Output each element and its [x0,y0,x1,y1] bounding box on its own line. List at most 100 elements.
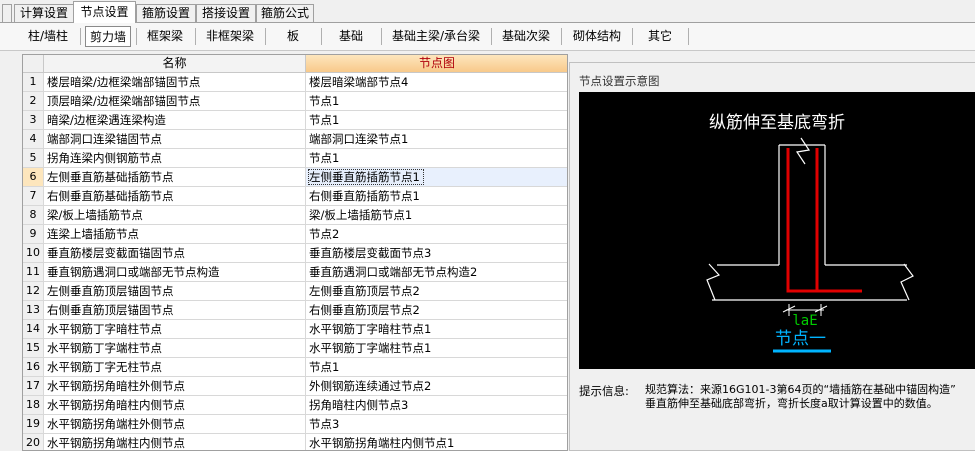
row-name-cell[interactable]: 梁/板上墙插筋节点 [44,206,306,225]
row-number: 10 [23,244,44,263]
toolbar-shear-wall[interactable]: 剪力墙 [85,26,131,47]
table-row[interactable]: 12 左侧垂直筋顶层锚固节点 左侧垂直筋顶层节点2 [23,282,567,301]
tab-calc-settings[interactable]: 计算设置 [14,4,74,22]
row-node-value: 节点1 [309,113,340,127]
row-node-value: 节点1 [309,151,340,165]
table-row[interactable]: 19 水平钢筋拐角端柱外侧节点 节点3 [23,415,567,434]
row-node-cell[interactable]: 节点2 [306,225,567,244]
row-name-cell[interactable]: 暗梁/边框梁遇连梁构造 [44,111,306,130]
row-node-value: 水平钢筋丁字端柱节点1 [309,341,432,355]
row-node-cell[interactable]: 节点1 [306,111,567,130]
row-node-value: 节点3 [309,417,340,431]
row-node-cell[interactable]: 节点1 [306,149,567,168]
row-node-cell[interactable]: 节点1 [306,92,567,111]
row-node-cell[interactable]: 楼层暗梁端部节点4 [306,73,567,92]
toolbar-other[interactable]: 其它 [637,26,683,47]
row-node-cell[interactable]: 左侧垂直筋插筋节点1 [306,168,567,187]
row-number: 6 [23,168,44,187]
row-name-cell[interactable]: 连梁上墙插筋节点 [44,225,306,244]
table-row[interactable]: 20 水平钢筋拐角端柱内侧节点 水平钢筋拐角端柱内侧节点1 [23,434,567,450]
toolbar-foundation-main-beam[interactable]: 基础主梁/承台梁 [385,26,487,47]
row-name-cell[interactable]: 右侧垂直筋基础插筋节点 [44,187,306,206]
row-node-cell[interactable]: 拐角暗柱内侧节点3 [306,396,567,415]
row-node-cell[interactable]: 水平钢筋拐角端柱内侧节点1 [306,434,567,450]
tab-lap-settings[interactable]: 搭接设置 [196,4,256,22]
toolbar-separator [381,28,382,45]
row-node-value: 节点1 [309,360,340,374]
row-name-cell[interactable]: 左侧垂直筋顶层锚固节点 [44,282,306,301]
row-number: 14 [23,320,44,339]
table-row[interactable]: 13 右侧垂直筋顶层锚固节点 右侧垂直筋顶层节点2 [23,301,567,320]
row-name-cell[interactable]: 水平钢筋丁字端柱节点 [44,339,306,358]
row-number: 17 [23,377,44,396]
table-row[interactable]: 17 水平钢筋拐角暗柱外侧节点 外侧钢筋连续通过节点2 [23,377,567,396]
row-node-value: 节点2 [309,227,340,241]
toolbar-frame-beam[interactable]: 框架梁 [140,26,190,47]
row-number: 4 [23,130,44,149]
row-name-cell[interactable]: 左侧垂直筋基础插筋节点 [44,168,306,187]
table-row[interactable]: 18 水平钢筋拐角暗柱内侧节点 拐角暗柱内侧节点3 [23,396,567,415]
row-name-cell[interactable]: 水平钢筋拐角端柱外侧节点 [44,415,306,434]
row-node-cell[interactable]: 节点1 [306,358,567,377]
table-row[interactable]: 9 连梁上墙插筋节点 节点2 [23,225,567,244]
table-row[interactable]: 10 垂直筋楼层变截面锚固节点 垂直筋楼层变截面节点3 [23,244,567,263]
tab-stirrup-settings[interactable]: 箍筋设置 [136,4,196,22]
row-number: 12 [23,282,44,301]
row-node-value: 梁/板上墙插筋节点1 [309,208,413,222]
row-node-cell[interactable]: 水平钢筋丁字端柱节点1 [306,339,567,358]
table-row[interactable]: 15 水平钢筋丁字端柱节点 水平钢筋丁字端柱节点1 [23,339,567,358]
column-header-node-diagram[interactable]: 节点图 [306,55,567,73]
table-row[interactable]: 8 梁/板上墙插筋节点 梁/板上墙插筋节点1 [23,206,567,225]
row-node-value: 垂直筋楼层变截面节点3 [309,246,432,260]
row-node-cell[interactable]: 垂直筋遇洞口或端部无节点构造2 [306,263,567,282]
row-name-cell[interactable]: 水平钢筋拐角暗柱内侧节点 [44,396,306,415]
table-row[interactable]: 11 垂直钢筋遇洞口或端部无节点构造 垂直筋遇洞口或端部无节点构造2 [23,263,567,282]
table-row[interactable]: 4 端部洞口连梁锚固节点 端部洞口连梁节点1 [23,130,567,149]
row-name-cell[interactable]: 拐角连梁内侧钢筋节点 [44,149,306,168]
row-name-cell[interactable]: 端部洞口连梁锚固节点 [44,130,306,149]
table-row[interactable]: 6 左侧垂直筋基础插筋节点 左侧垂直筋插筋节点1 [23,168,567,187]
row-node-cell[interactable]: 左侧垂直筋顶层节点2 [306,282,567,301]
row-node-cell[interactable]: 端部洞口连梁节点1 [306,130,567,149]
toolbar-slab[interactable]: 板 [270,26,316,47]
hint-label: 提示信息: [579,384,629,398]
toolbar-foundation-secondary-beam[interactable]: 基础次梁 [495,26,557,47]
row-node-cell[interactable]: 节点3 [306,415,567,434]
table-row[interactable]: 3 暗梁/边框梁遇连梁构造 节点1 [23,111,567,130]
row-node-cell[interactable]: 梁/板上墙插筋节点1 [306,206,567,225]
row-name-cell[interactable]: 楼层暗梁/边框梁端部锚固节点 [44,73,306,92]
row-name-cell[interactable]: 顶层暗梁/边框梁端部锚固节点 [44,92,306,111]
tab-stirrup-formula[interactable]: 箍筋公式 [256,4,314,22]
table-row[interactable]: 5 拐角连梁内侧钢筋节点 节点1 [23,149,567,168]
row-name-cell[interactable]: 右侧垂直筋顶层锚固节点 [44,301,306,320]
toolbar-nonframe-beam[interactable]: 非框架梁 [199,26,261,47]
toolbar-column-wallcolumn[interactable]: 柱/墙柱 [20,26,76,47]
row-name-cell[interactable]: 垂直钢筋遇洞口或端部无节点构造 [44,263,306,282]
row-name-cell[interactable]: 水平钢筋拐角端柱内侧节点 [44,434,306,450]
toolbar-separator [195,28,196,45]
toolbar-foundation[interactable]: 基础 [326,26,376,47]
row-number: 20 [23,434,44,450]
row-number: 8 [23,206,44,225]
table-row[interactable]: 16 水平钢筋丁字无柱节点 节点1 [23,358,567,377]
row-name-cell[interactable]: 垂直筋楼层变截面锚固节点 [44,244,306,263]
toolbar-separator [632,28,633,45]
row-name-cell[interactable]: 水平钢筋丁字无柱节点 [44,358,306,377]
toolbar-masonry[interactable]: 砌体结构 [566,26,628,47]
table-row[interactable]: 2 顶层暗梁/边框梁端部锚固节点 节点1 [23,92,567,111]
row-node-cell[interactable]: 右侧垂直筋顶层节点2 [306,301,567,320]
row-node-value: 左侧垂直筋顶层节点2 [309,284,420,298]
table-row[interactable]: 1 楼层暗梁/边框梁端部锚固节点 楼层暗梁端部节点4 [23,73,567,92]
row-node-cell[interactable]: 外侧钢筋连续通过节点2 [306,377,567,396]
row-node-cell[interactable]: 垂直筋楼层变截面节点3 [306,244,567,263]
table-row[interactable]: 7 右侧垂直筋基础插筋节点 右侧垂直筋插筋节点1 [23,187,567,206]
column-header-name[interactable]: 名称 [44,55,306,73]
row-node-cell[interactable]: 水平钢筋丁字暗柱节点1 [306,320,567,339]
hint-line-2: 垂直筋伸至基础底部弯折，弯折长度a取计算设置中的数值。 [645,397,938,410]
row-name-cell[interactable]: 水平钢筋丁字暗柱节点 [44,320,306,339]
table-row[interactable]: 14 水平钢筋丁字暗柱节点 水平钢筋丁字暗柱节点1 [23,320,567,339]
row-name-cell[interactable]: 水平钢筋拐角暗柱外侧节点 [44,377,306,396]
row-number: 13 [23,301,44,320]
row-node-cell[interactable]: 右侧垂直筋插筋节点1 [306,187,567,206]
tab-node-settings[interactable]: 节点设置 [73,1,136,23]
